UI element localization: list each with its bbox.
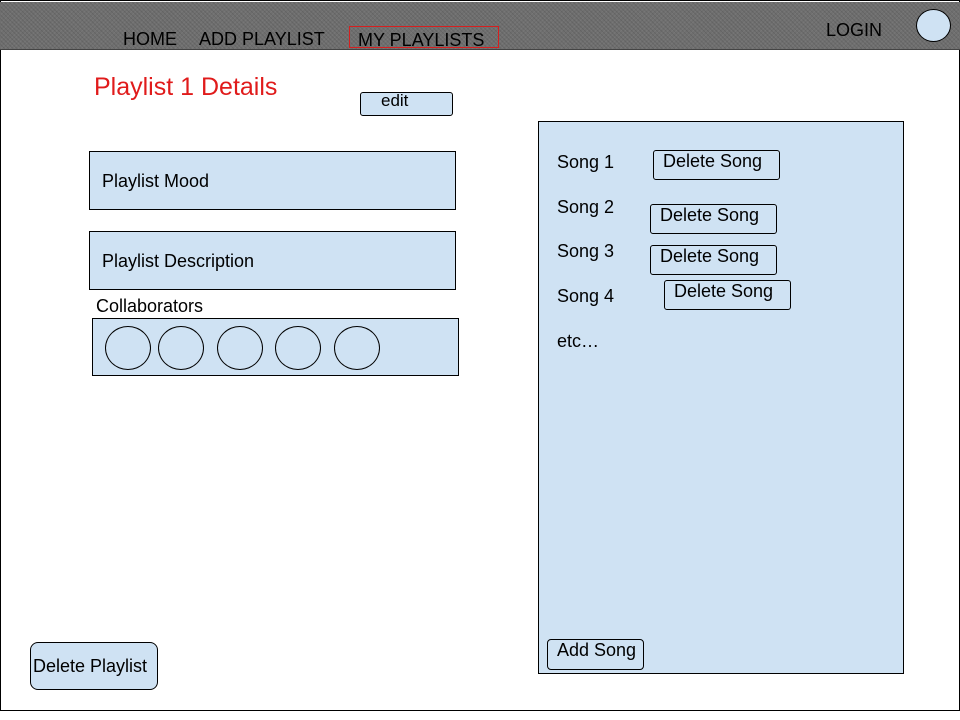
collaborators-label: Collaborators (96, 296, 204, 316)
nav-login-link[interactable]: LOGIN (826, 19, 882, 41)
songs-more-label: etc… (557, 331, 600, 351)
user-avatar[interactable] (916, 9, 951, 42)
delete-song-button[interactable]: Delete Song (650, 204, 777, 234)
delete-song-button[interactable]: Delete Song (650, 245, 777, 275)
collaborator-avatar[interactable] (334, 326, 380, 370)
nav-my-playlists-link[interactable]: MY PLAYLISTS (349, 26, 499, 50)
playlist-mood-field[interactable]: Playlist Mood (89, 151, 456, 210)
collaborator-avatar[interactable] (105, 326, 151, 370)
song-item-label: Song 3 (557, 241, 615, 261)
collaborator-avatar[interactable] (217, 326, 263, 370)
delete-playlist-button[interactable]: Delete Playlist (30, 642, 158, 690)
collaborators-list (92, 318, 459, 376)
song-item-label: Song 1 (557, 152, 615, 172)
nav-add-playlist-link[interactable]: ADD PLAYLIST (199, 28, 325, 50)
song-item-label: Song 2 (557, 197, 615, 217)
top-nav-bar: HOME ADD PLAYLIST MY PLAYLISTS LOGIN (0, 2, 960, 50)
collaborator-avatar[interactable] (158, 326, 204, 370)
page-title: Playlist 1 Details (94, 73, 278, 101)
playlist-description-field[interactable]: Playlist Description (89, 231, 456, 290)
nav-home-link[interactable]: HOME (123, 28, 177, 50)
delete-song-button[interactable]: Delete Song (664, 280, 791, 310)
add-song-button[interactable]: Add Song (547, 639, 644, 670)
collaborator-avatar[interactable] (275, 326, 321, 370)
song-item-label: Song 4 (557, 286, 615, 306)
delete-song-button[interactable]: Delete Song (653, 150, 780, 180)
edit-playlist-button[interactable]: edit (360, 92, 453, 116)
